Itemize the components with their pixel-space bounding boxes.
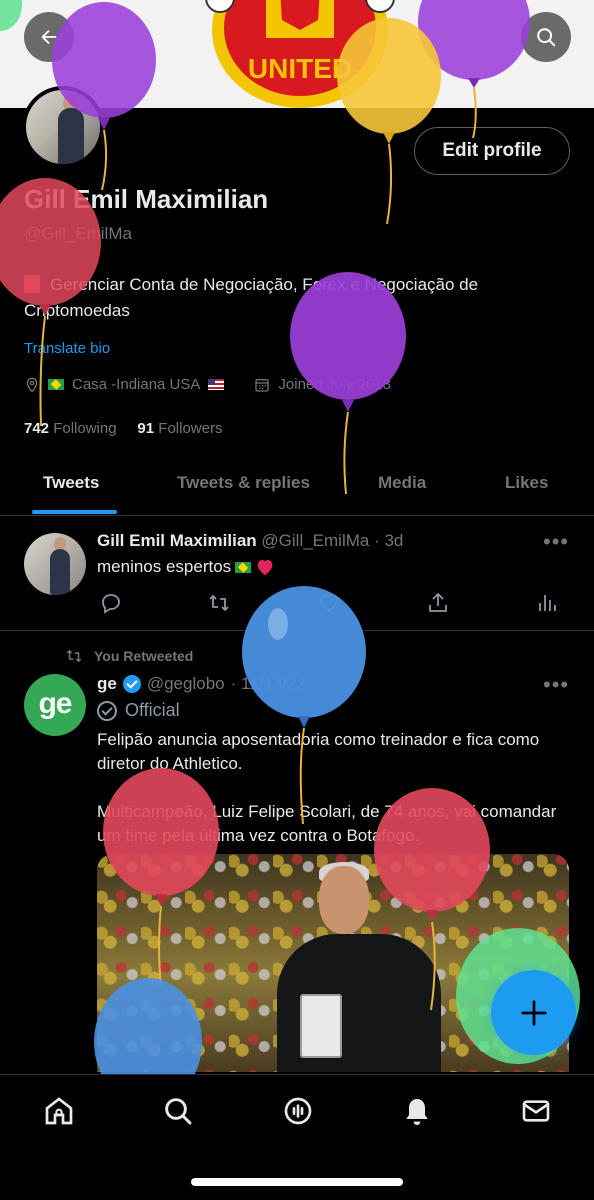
more-options-icon[interactable]: •••	[543, 531, 569, 553]
purple-balloon-decoration	[52, 2, 156, 191]
official-text: Official	[125, 700, 180, 720]
compose-tweet-button[interactable]	[491, 970, 576, 1055]
brazil-flag-icon	[235, 561, 252, 573]
verified-badge-icon	[122, 675, 141, 693]
red-balloon-decoration	[103, 768, 219, 987]
red-balloon-decoration	[0, 178, 101, 427]
red-heart-icon	[257, 560, 273, 576]
nav-messages[interactable]	[516, 1091, 556, 1131]
retweet-label: You Retweeted	[94, 648, 194, 664]
share-icon[interactable]	[426, 591, 450, 615]
blue-balloon-decoration	[242, 586, 366, 825]
spaces-icon	[284, 1097, 312, 1125]
home-indicator	[191, 1178, 403, 1186]
retweet-context: You Retweeted	[64, 647, 193, 665]
tweet-author[interactable]: ge	[97, 674, 117, 694]
usa-flag-icon	[208, 379, 225, 390]
blue-balloon-decoration	[94, 978, 202, 1076]
nav-notifications[interactable]	[397, 1091, 437, 1131]
yellow-balloon-decoration	[337, 18, 441, 225]
followers-label: Followers	[158, 420, 223, 437]
official-label: Official	[97, 700, 180, 721]
official-badge-icon	[97, 700, 117, 721]
followers-count: 91	[137, 420, 155, 437]
tweet-time: · 3d	[374, 531, 404, 550]
tweet-header: Gill Emil Maximilian @Gill_EmilMa · 3d	[97, 531, 403, 551]
tweet-text: meninos espertos	[97, 557, 232, 576]
tweet-handle: @Gill_EmilMa	[261, 531, 370, 550]
green-balloon-decoration	[0, 0, 22, 31]
followers-link[interactable]: 91 Followers	[137, 420, 222, 437]
search-icon	[165, 1098, 192, 1125]
tweet-avatar[interactable]: ge	[24, 674, 86, 736]
more-options-icon[interactable]: •••	[543, 674, 569, 696]
notifications-icon	[406, 1099, 428, 1125]
nav-search[interactable]	[158, 1091, 198, 1131]
tweet-text-row: meninos espertos	[97, 557, 275, 577]
tweet-avatar[interactable]	[24, 533, 86, 595]
purple-balloon-decoration	[290, 272, 406, 495]
tab-tweets[interactable]: Tweets	[43, 456, 99, 516]
home-icon	[45, 1097, 73, 1125]
nav-home[interactable]	[39, 1091, 79, 1131]
compose-plus-icon	[520, 999, 547, 1026]
messages-icon	[522, 1100, 550, 1122]
nav-spaces[interactable]	[278, 1091, 318, 1131]
analytics-icon[interactable]	[535, 591, 559, 615]
retweet-icon	[66, 649, 82, 663]
reply-icon[interactable]	[99, 591, 123, 615]
calendar-icon	[255, 378, 270, 392]
tweet-handle: @geglobo	[146, 674, 225, 693]
tab-likes[interactable]: Likes	[505, 456, 548, 516]
tweet-author[interactable]: Gill Emil Maximilian	[97, 531, 257, 550]
active-tab-indicator	[32, 510, 117, 514]
retweet-icon[interactable]	[207, 591, 231, 615]
